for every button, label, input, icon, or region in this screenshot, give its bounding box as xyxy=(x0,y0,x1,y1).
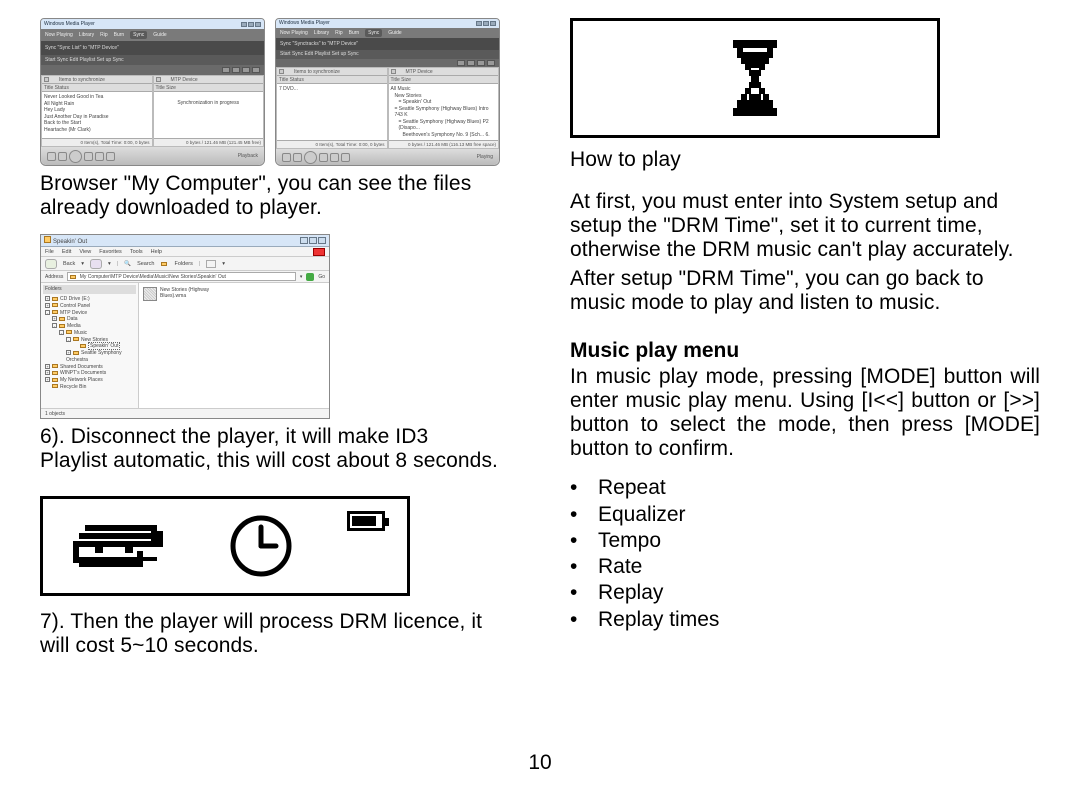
back-button-icon xyxy=(45,259,57,269)
right-column: How to play At first, you must enter int… xyxy=(570,18,1040,775)
para-music-play-menu: In music play mode, pressing [MODE] butt… xyxy=(570,365,1040,462)
wmp-screenshot-1: Windows Media Player Now PlayingLibraryR… xyxy=(40,18,265,166)
lcd-display-2 xyxy=(570,18,940,138)
para-browser-mycomputer: Browser "My Computer", you can see the f… xyxy=(40,172,500,220)
para-step6: 6). Disconnect the player, it will make … xyxy=(40,425,500,473)
explorer-screenshot: Speakin' Out FileEditViewFavoritesToolsH… xyxy=(40,234,330,419)
file-icon xyxy=(143,287,157,301)
left-column: Windows Media Player Now PlayingLibraryR… xyxy=(40,18,500,775)
para-howto-heading: How to play xyxy=(570,148,1040,172)
wmp-screenshot-2: Windows Media Player Now PlayingLibraryR… xyxy=(275,18,500,166)
para-drm-after: After setup "DRM Time", you can go back … xyxy=(570,267,1040,315)
menu-item-replay: Replay xyxy=(598,580,1040,606)
forward-button-icon xyxy=(90,259,102,269)
explorer-title: Speakin' Out xyxy=(53,239,87,245)
menu-item-equalizer: Equalizer xyxy=(598,502,1040,528)
lcd-display-1 xyxy=(40,496,410,596)
para-step7: 7). Then the player will process DRM lic… xyxy=(40,610,500,658)
wmp1-tabs: Now PlayingLibraryRipBurnSyncGuide xyxy=(41,29,264,41)
wmp1-subtitle: Sync "Sync List" to "MTP Device" xyxy=(45,45,119,51)
explorer-folder-tree: +CD Drive (E:)+Control Panel-MTP Device+… xyxy=(43,296,136,391)
heading-music-play-menu: Music play menu xyxy=(570,339,1040,363)
windows-flag-icon xyxy=(313,248,325,256)
menu-item-repeat: Repeat xyxy=(598,475,1040,501)
hourglass-icon xyxy=(727,38,783,118)
cassette-icon xyxy=(65,511,175,581)
music-play-menu-list: Repeat Equalizer Tempo Rate Replay Repla… xyxy=(570,475,1040,633)
page-number: 10 xyxy=(0,751,1080,775)
menu-item-rate: Rate xyxy=(598,554,1040,580)
battery-icon xyxy=(347,511,385,531)
menu-item-tempo: Tempo xyxy=(598,528,1040,554)
explorer-address: My Computer\MTP Device\Media\Music\New S… xyxy=(80,274,226,280)
menu-item-replay-times: Replay times xyxy=(598,607,1040,633)
para-drm-setup: At first, you must enter into System set… xyxy=(570,190,1040,262)
wmp-screenshots-row: Windows Media Player Now PlayingLibraryR… xyxy=(40,18,500,166)
clock-icon xyxy=(228,513,294,579)
wmp1-title: Windows Media Player xyxy=(44,21,95,27)
